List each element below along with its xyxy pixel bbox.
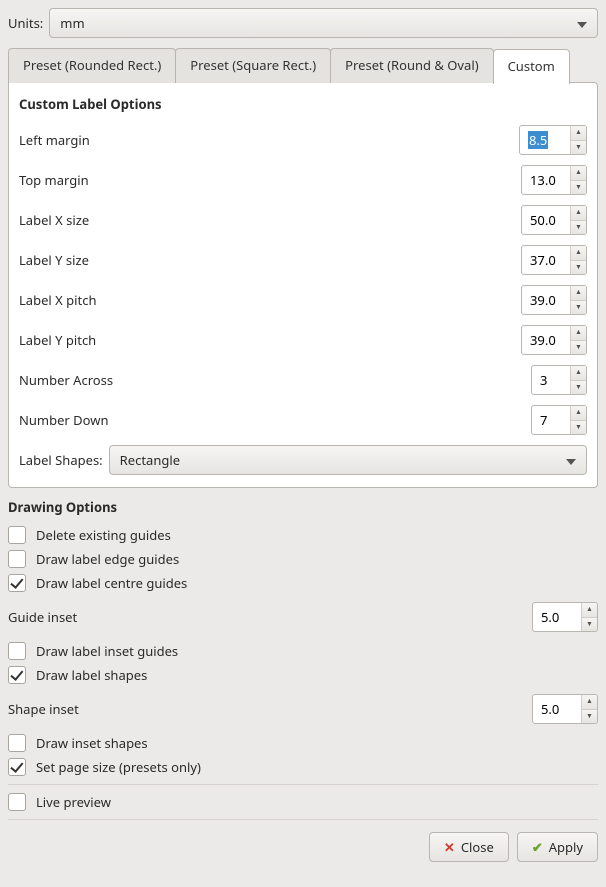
label-x-pitch-label: Label X pitch [19, 291, 521, 309]
apply-button[interactable]: ✔ Apply [517, 832, 598, 862]
label-x-size-spin[interactable]: ▲▼ [521, 205, 587, 235]
custom-title: Custom Label Options [19, 95, 587, 113]
guide-inset-label: Guide inset [8, 608, 532, 626]
guide-inset-spin[interactable]: ▲▼ [532, 602, 598, 632]
separator [8, 819, 598, 820]
chevron-down-icon [566, 451, 576, 469]
close-icon: ✕ [444, 838, 455, 856]
spin-up-icon[interactable]: ▲ [571, 126, 586, 141]
live-preview-label: Live preview [36, 793, 111, 811]
left-margin-spin[interactable]: 8.5 ▲▼ [519, 125, 587, 155]
checkbox-icon [8, 550, 26, 568]
label-x-size-input[interactable] [522, 206, 570, 234]
check-icon: ✔ [532, 838, 543, 856]
delete-guides-check[interactable]: Delete existing guides [8, 526, 598, 544]
units-value: mm [60, 14, 84, 32]
spin-up-icon[interactable]: ▲ [582, 695, 597, 710]
centre-guides-label: Draw label centre guides [36, 574, 187, 592]
number-across-label: Number Across [19, 371, 531, 389]
spin-down-icon[interactable]: ▼ [571, 341, 586, 355]
spin-up-icon[interactable]: ▲ [571, 286, 586, 301]
spin-up-icon[interactable]: ▲ [571, 326, 586, 341]
units-select[interactable]: mm [49, 8, 598, 38]
top-margin-label: Top margin [19, 171, 521, 189]
spin-down-icon[interactable]: ▼ [571, 221, 586, 235]
delete-guides-label: Delete existing guides [36, 526, 171, 544]
spin-up-icon[interactable]: ▲ [571, 246, 586, 261]
checkbox-icon [8, 642, 26, 660]
live-preview-check[interactable]: Live preview [8, 793, 598, 811]
custom-panel: Custom Label Options Left margin 8.5 ▲▼ … [8, 82, 598, 488]
label-y-pitch-label: Label Y pitch [19, 331, 521, 349]
number-down-spin[interactable]: ▲▼ [531, 405, 587, 435]
set-page-size-check[interactable]: Set page size (presets only) [8, 758, 598, 776]
drawing-options-title: Drawing Options [8, 498, 598, 516]
left-margin-label: Left margin [19, 131, 519, 149]
checkbox-icon [8, 793, 26, 811]
spin-down-icon[interactable]: ▼ [571, 261, 586, 275]
spin-up-icon[interactable]: ▲ [571, 406, 586, 421]
close-button[interactable]: ✕ Close [429, 832, 509, 862]
set-page-size-label: Set page size (presets only) [36, 758, 201, 776]
label-y-pitch-input[interactable] [522, 326, 570, 354]
spin-up-icon[interactable]: ▲ [571, 366, 586, 381]
spin-down-icon[interactable]: ▼ [571, 381, 586, 395]
number-down-input[interactable] [532, 406, 570, 434]
spin-down-icon[interactable]: ▼ [582, 618, 597, 632]
close-label: Close [461, 838, 494, 856]
centre-guides-check[interactable]: Draw label centre guides [8, 574, 598, 592]
guide-inset-input[interactable] [533, 603, 581, 631]
spin-down-icon[interactable]: ▼ [571, 301, 586, 315]
checkbox-icon [8, 666, 26, 684]
shape-inset-label: Shape inset [8, 700, 532, 718]
label-y-size-spin[interactable]: ▲▼ [521, 245, 587, 275]
spin-down-icon[interactable]: ▼ [571, 141, 586, 155]
tab-preset-round-oval[interactable]: Preset (Round & Oval) [330, 48, 493, 83]
spin-down-icon[interactable]: ▼ [571, 421, 586, 435]
spin-down-icon[interactable]: ▼ [582, 710, 597, 724]
label-y-size-label: Label Y size [19, 251, 521, 269]
edge-guides-label: Draw label edge guides [36, 550, 179, 568]
inset-shapes-label: Draw inset shapes [36, 734, 148, 752]
label-y-size-input[interactable] [522, 246, 570, 274]
checkbox-icon [8, 574, 26, 592]
spin-down-icon[interactable]: ▼ [571, 181, 586, 195]
tab-bar: Preset (Rounded Rect.) Preset (Square Re… [8, 48, 598, 83]
shape-inset-spin[interactable]: ▲▼ [532, 694, 598, 724]
chevron-down-icon [577, 14, 587, 32]
number-down-label: Number Down [19, 411, 531, 429]
edge-guides-check[interactable]: Draw label edge guides [8, 550, 598, 568]
label-shapes-select[interactable]: Rectangle [109, 445, 587, 475]
label-shapes-value: Rectangle [120, 451, 180, 469]
tab-preset-square[interactable]: Preset (Square Rect.) [175, 48, 331, 83]
spin-up-icon[interactable]: ▲ [582, 603, 597, 618]
tab-preset-rounded[interactable]: Preset (Rounded Rect.) [8, 48, 176, 83]
checkbox-icon [8, 526, 26, 544]
number-across-spin[interactable]: ▲▼ [531, 365, 587, 395]
checkbox-icon [8, 734, 26, 752]
tab-custom[interactable]: Custom [493, 49, 570, 84]
label-shapes-draw-label: Draw label shapes [36, 666, 147, 684]
inset-shapes-check[interactable]: Draw inset shapes [8, 734, 598, 752]
checkbox-icon [8, 758, 26, 776]
top-margin-spin[interactable]: ▲▼ [521, 165, 587, 195]
spin-up-icon[interactable]: ▲ [571, 206, 586, 221]
apply-label: Apply [549, 838, 583, 856]
label-y-pitch-spin[interactable]: ▲▼ [521, 325, 587, 355]
label-x-pitch-input[interactable] [522, 286, 570, 314]
spin-up-icon[interactable]: ▲ [571, 166, 586, 181]
inset-guides-check[interactable]: Draw label inset guides [8, 642, 598, 660]
label-shapes-label: Label Shapes: [19, 451, 103, 469]
shape-inset-input[interactable] [533, 695, 581, 723]
separator [8, 784, 598, 785]
label-shapes-check[interactable]: Draw label shapes [8, 666, 598, 684]
label-x-pitch-spin[interactable]: ▲▼ [521, 285, 587, 315]
number-across-input[interactable] [532, 366, 570, 394]
units-label: Units: [8, 14, 43, 32]
top-margin-input[interactable] [522, 166, 570, 194]
inset-guides-label: Draw label inset guides [36, 642, 178, 660]
label-x-size-label: Label X size [19, 211, 521, 229]
